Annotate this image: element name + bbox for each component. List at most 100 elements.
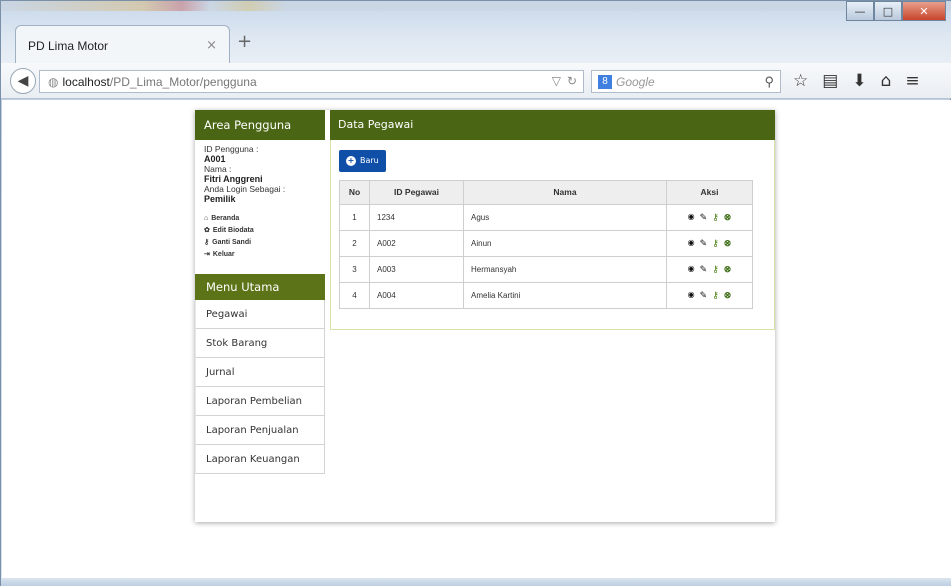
search-bar[interactable]: 8 Google ⚲ bbox=[591, 70, 781, 93]
cell-id: A002 bbox=[369, 229, 464, 257]
menu-item-laporan-pembelian[interactable]: Laporan Pembelian bbox=[195, 387, 325, 416]
employee-table: No ID Pegawai Nama Aksi 1 1234 Agus ◉ ✎ … bbox=[339, 179, 753, 309]
page-title: Data Pegawai bbox=[330, 110, 775, 140]
view-icon[interactable]: ◉ bbox=[688, 212, 695, 223]
delete-icon[interactable]: ⊗ bbox=[724, 238, 732, 249]
back-arrow-icon[interactable]: ◀ bbox=[10, 68, 36, 94]
close-tab-icon[interactable]: × bbox=[206, 38, 217, 53]
new-tab-icon[interactable]: + bbox=[237, 31, 252, 52]
download-icon[interactable]: ⬇ bbox=[852, 71, 866, 91]
search-icon[interactable]: ⚲ bbox=[764, 74, 774, 90]
user-id-label: ID Pengguna : bbox=[204, 144, 259, 154]
cell-id: A003 bbox=[369, 255, 464, 283]
sidebar-link-ganti-sandi[interactable]: ⚷ Ganti Sandi bbox=[204, 236, 316, 248]
globe-icon: ◍ bbox=[48, 74, 59, 89]
edit-icon[interactable]: ✎ bbox=[700, 238, 708, 249]
sidebar-header: Area Pengguna bbox=[195, 110, 325, 140]
user-info: ID Pengguna : A001 Nama : Fitri Anggreni… bbox=[195, 140, 325, 208]
cell-id: A004 bbox=[369, 281, 464, 309]
minimize-icon[interactable]: — bbox=[846, 1, 874, 21]
password-icon[interactable]: ⚷ bbox=[712, 238, 719, 249]
menu-item-pegawai[interactable]: Pegawai bbox=[195, 300, 325, 329]
view-icon[interactable]: ◉ bbox=[688, 238, 695, 249]
reading-list-icon[interactable]: ▤ bbox=[822, 71, 838, 91]
cell-id: 1234 bbox=[369, 203, 464, 231]
data-panel: + Baru No ID Pegawai Nama Aksi 1 1234 Ag… bbox=[330, 140, 775, 330]
home-icon: ⌂ bbox=[204, 214, 209, 222]
toolbar-icons: ☆ ▤ ⬇ ⌂ ≡ bbox=[793, 71, 920, 91]
tab-title: PD Lima Motor bbox=[28, 38, 109, 53]
password-icon[interactable]: ⚷ bbox=[712, 264, 719, 275]
column-header-aksi: Aksi bbox=[666, 179, 753, 205]
cell-no: 2 bbox=[339, 229, 370, 257]
home-icon[interactable]: ⌂ bbox=[881, 71, 892, 91]
cell-nama: Agus bbox=[463, 203, 667, 231]
table-row: 1 1234 Agus ◉ ✎ ⚷ ⊗ bbox=[339, 203, 753, 231]
new-button-label: Baru bbox=[360, 156, 379, 165]
maximize-icon[interactable]: □ bbox=[874, 1, 902, 21]
gear-icon: ✿ bbox=[204, 227, 210, 234]
column-header-id: ID Pegawai bbox=[369, 179, 464, 205]
delete-icon[interactable]: ⊗ bbox=[724, 212, 732, 223]
edit-icon[interactable]: ✎ bbox=[700, 212, 708, 223]
window-bottom-border bbox=[1, 578, 951, 586]
cell-no: 3 bbox=[339, 255, 370, 283]
sidebar-link-label: Edit Biodata bbox=[212, 226, 254, 234]
sidebar-link-label: Beranda bbox=[211, 214, 240, 222]
cell-aksi: ◉ ✎ ⚷ ⊗ bbox=[666, 229, 753, 257]
menu-item-stok-barang[interactable]: Stok Barang bbox=[195, 329, 325, 358]
sidebar-link-beranda[interactable]: ⌂ Beranda bbox=[204, 212, 316, 224]
dropdown-icon[interactable]: ▽ bbox=[552, 74, 561, 88]
url-path: /PD_Lima_Motor/pengguna bbox=[109, 74, 257, 89]
cell-no: 4 bbox=[339, 281, 370, 309]
cell-nama: Hermansyah bbox=[463, 255, 667, 283]
menu-item-laporan-penjualan[interactable]: Laporan Penjualan bbox=[195, 416, 325, 445]
menu-item-laporan-keuangan[interactable]: Laporan Keuangan bbox=[195, 445, 325, 474]
edit-icon[interactable]: ✎ bbox=[700, 264, 708, 275]
sidebar-link-label: Ganti Sandi bbox=[212, 238, 252, 246]
search-input[interactable]: Google bbox=[616, 75, 764, 89]
cell-nama: Amelia Kartini bbox=[463, 281, 667, 309]
delete-icon[interactable]: ⊗ bbox=[724, 290, 732, 301]
table-header-row: No ID Pegawai Nama Aksi bbox=[339, 179, 753, 205]
cell-nama: Ainun bbox=[463, 229, 667, 257]
bookmark-star-icon[interactable]: ☆ bbox=[793, 71, 808, 91]
cell-aksi: ◉ ✎ ⚷ ⊗ bbox=[666, 255, 753, 283]
window-controls: — □ ✕ bbox=[846, 1, 946, 21]
menu-header: Menu Utama bbox=[195, 274, 325, 300]
delete-icon[interactable]: ⊗ bbox=[724, 264, 732, 275]
taskbar-strip bbox=[1, 1, 951, 11]
menu-icon[interactable]: ≡ bbox=[905, 71, 919, 91]
table-row: 3 A003 Hermansyah ◉ ✎ ⚷ ⊗ bbox=[339, 255, 753, 283]
cell-aksi: ◉ ✎ ⚷ ⊗ bbox=[666, 281, 753, 309]
reload-icon[interactable]: ↻ bbox=[567, 74, 577, 88]
new-employee-button[interactable]: + Baru bbox=[339, 149, 386, 172]
url-host: localhost bbox=[62, 74, 110, 89]
sidebar-link-label: Keluar bbox=[212, 250, 235, 258]
cell-aksi: ◉ ✎ ⚷ ⊗ bbox=[666, 203, 753, 231]
user-name-value: Fitri Anggreni bbox=[204, 174, 263, 184]
column-header-no: No bbox=[339, 179, 370, 205]
edit-icon[interactable]: ✎ bbox=[700, 290, 708, 301]
main-content: Data Pegawai + Baru No ID Pegawai Nama A… bbox=[330, 110, 775, 330]
password-icon[interactable]: ⚷ bbox=[712, 212, 719, 223]
close-icon[interactable]: ✕ bbox=[902, 1, 946, 21]
plus-circle-icon: + bbox=[346, 155, 356, 166]
sidebar-link-edit-biodata[interactable]: ✿ Edit Biodata bbox=[204, 224, 316, 236]
table-row: 4 A004 Amelia Kartini ◉ ✎ ⚷ ⊗ bbox=[339, 281, 753, 309]
password-icon[interactable]: ⚷ bbox=[712, 290, 719, 301]
sidebar-link-keluar[interactable]: ⇥ Keluar bbox=[204, 248, 316, 260]
sidebar: Area Pengguna ID Pengguna : A001 Nama : … bbox=[195, 110, 325, 474]
search-engine-icon[interactable]: 8 bbox=[598, 74, 612, 89]
address-bar[interactable]: ◍ localhost/PD_Lima_Motor/pengguna ▽ ↻ bbox=[39, 70, 584, 93]
app-container: Area Pengguna ID Pengguna : A001 Nama : … bbox=[195, 110, 775, 522]
column-header-nama: Nama bbox=[463, 179, 667, 205]
view-icon[interactable]: ◉ bbox=[688, 264, 695, 275]
view-icon[interactable]: ◉ bbox=[688, 290, 695, 301]
menu-item-jurnal[interactable]: Jurnal bbox=[195, 358, 325, 387]
page-viewport: Area Pengguna ID Pengguna : A001 Nama : … bbox=[2, 100, 951, 578]
browser-tab[interactable]: PD Lima Motor × bbox=[15, 25, 230, 65]
title-bar: PD Lima Motor × + — □ ✕ bbox=[1, 1, 951, 65]
cell-no: 1 bbox=[339, 203, 370, 231]
navigation-bar: ◀ ◍ localhost/PD_Lima_Motor/pengguna ▽ ↻… bbox=[1, 63, 951, 99]
